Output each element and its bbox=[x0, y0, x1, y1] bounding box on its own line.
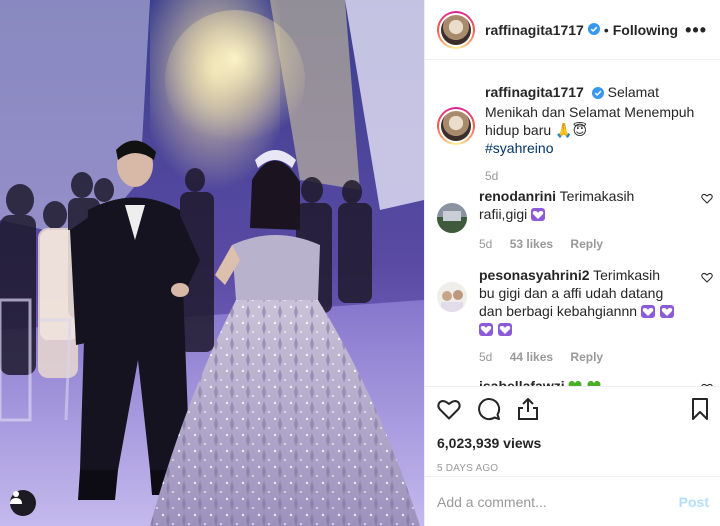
post-side-panel: raffinagita1717 • Following ••• raffinag… bbox=[424, 0, 720, 526]
post-comment-button[interactable]: Post bbox=[679, 494, 709, 510]
comment-input[interactable] bbox=[437, 493, 679, 510]
user-tag-icon[interactable] bbox=[10, 490, 36, 516]
green-heart-emoji bbox=[587, 379, 601, 386]
caption-username[interactable]: raffinagita1717 bbox=[485, 84, 584, 100]
comment-body: pesonasyahrini2 Terimkasih bu gigi dan a… bbox=[479, 266, 679, 338]
comment-item: isabellafawzi bbox=[437, 377, 713, 386]
header-separator: • bbox=[603, 21, 609, 38]
comment-likes[interactable]: 44 likes bbox=[510, 350, 553, 364]
following-button[interactable]: Following bbox=[613, 22, 678, 38]
comment-meta: 5d 44 likes Reply bbox=[479, 350, 709, 364]
comment-item: renodanrini Terimakasih rafii,gigi 5d 53… bbox=[437, 187, 713, 251]
header-avatar[interactable] bbox=[437, 10, 475, 49]
more-options-icon[interactable]: ••• bbox=[685, 20, 707, 41]
header-username[interactable]: raffinagita1717 bbox=[485, 22, 584, 38]
like-heart-icon[interactable] bbox=[437, 398, 461, 420]
post-modal: raffinagita1717 • Following ••• raffinag… bbox=[0, 0, 720, 526]
comment-likes[interactable]: 53 likes bbox=[510, 237, 553, 251]
caption-time[interactable]: 5d bbox=[485, 169, 707, 183]
comment-username[interactable]: pesonasyahrini2 bbox=[479, 267, 590, 283]
action-icons bbox=[437, 387, 709, 431]
purple-heart-emoji bbox=[497, 322, 512, 336]
verified-badge-icon bbox=[587, 22, 600, 38]
post-header: raffinagita1717 • Following ••• bbox=[425, 0, 720, 60]
comment-meta: 5d 53 likes Reply bbox=[479, 237, 709, 251]
action-bar: 6,023,939 views 5 DAYS AGO bbox=[425, 386, 720, 474]
avatar-image bbox=[441, 111, 471, 141]
comment-body: renodanrini Terimakasih rafii,gigi bbox=[479, 187, 679, 223]
bookmark-icon[interactable] bbox=[691, 397, 709, 421]
reply-button[interactable]: Reply bbox=[570, 237, 603, 251]
purple-heart-emoji bbox=[531, 207, 546, 221]
reply-button[interactable]: Reply bbox=[570, 350, 603, 364]
comment-like-heart-icon[interactable] bbox=[701, 270, 713, 286]
post-date[interactable]: 5 DAYS AGO bbox=[437, 463, 709, 474]
avatar-image bbox=[441, 14, 471, 45]
caption-avatar[interactable] bbox=[437, 107, 475, 145]
wedding-video-frame bbox=[0, 0, 424, 526]
share-upload-icon[interactable] bbox=[517, 397, 539, 421]
comment-time[interactable]: 5d bbox=[479, 350, 492, 364]
comment-username[interactable]: isabellafawzi bbox=[479, 378, 565, 386]
comment-body: isabellafawzi bbox=[479, 377, 679, 386]
purple-heart-emoji bbox=[640, 304, 655, 318]
comment-bubble-icon[interactable] bbox=[477, 397, 501, 421]
purple-heart-emoji bbox=[479, 322, 493, 336]
view-count[interactable]: 6,023,939 views bbox=[437, 435, 709, 451]
add-comment-bar: Post bbox=[425, 476, 720, 526]
commenter-avatar[interactable] bbox=[437, 203, 467, 233]
commenter-avatar[interactable] bbox=[437, 282, 467, 312]
comments-list[interactable]: raffinagita1717 Selamat Menikah dan Sela… bbox=[425, 61, 720, 386]
verified-badge-icon bbox=[591, 85, 604, 103]
post-video[interactable] bbox=[0, 0, 424, 526]
green-heart-emoji bbox=[568, 379, 582, 386]
comment-like-heart-icon[interactable] bbox=[701, 191, 713, 207]
purple-heart-emoji bbox=[659, 304, 674, 318]
post-caption: raffinagita1717 Selamat Menikah dan Sela… bbox=[437, 83, 707, 183]
comment-username[interactable]: renodanrini bbox=[479, 188, 556, 204]
comment-time[interactable]: 5d bbox=[479, 237, 492, 251]
comment-item: pesonasyahrini2 Terimkasih bu gigi dan a… bbox=[437, 266, 713, 364]
caption-text-block: raffinagita1717 Selamat Menikah dan Sela… bbox=[485, 83, 707, 157]
caption-hashtag[interactable]: #syahreino bbox=[485, 140, 554, 156]
